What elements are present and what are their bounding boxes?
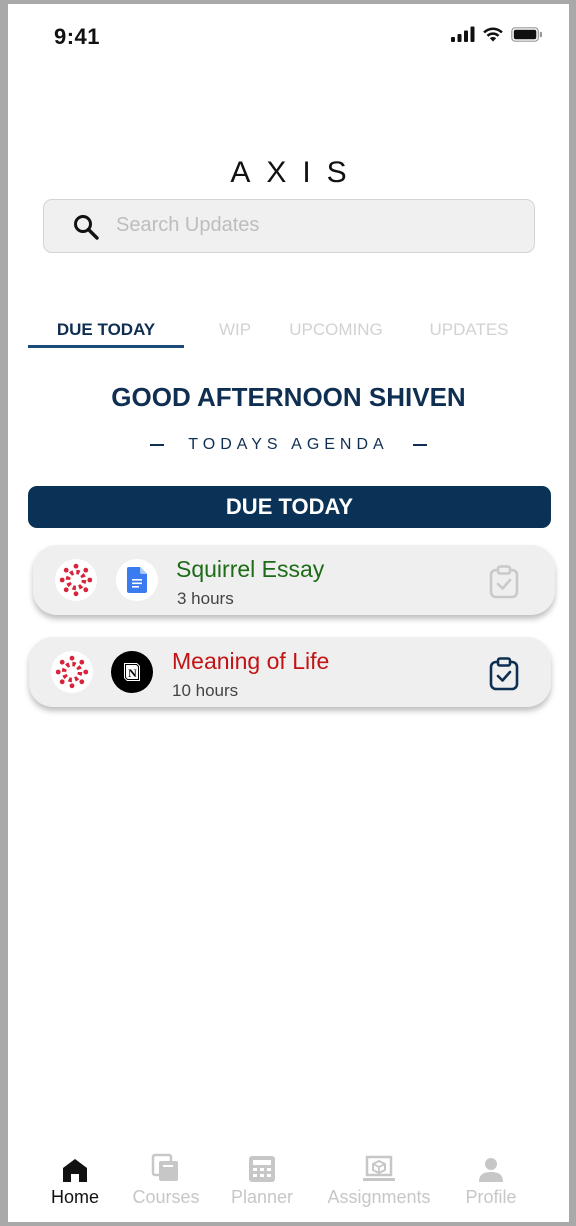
task-time: 3 hours — [177, 589, 234, 608]
nav-profile[interactable]: Profile — [460, 1149, 522, 1208]
signal-icon — [451, 26, 475, 42]
nav-label: Courses — [132, 1187, 200, 1207]
canvas-icon — [55, 559, 97, 601]
task-time: 10 hours — [172, 681, 239, 700]
tab-upcoming[interactable]: UPCOMING — [282, 320, 390, 348]
phone-screen: 9:41 AXIS Search Updates DUE TODAY WIP U… — [8, 4, 569, 1222]
app-title: AXIS — [230, 156, 363, 189]
battery-icon — [511, 26, 542, 42]
status-icons — [451, 26, 543, 42]
divider-left — [150, 444, 165, 446]
agenda-label: TODAYS AGENDA — [188, 436, 389, 453]
person-icon — [479, 1158, 503, 1182]
assignments-icon — [363, 1155, 395, 1181]
tab-updates[interactable]: UPDATES — [424, 320, 514, 348]
nav-planner[interactable]: Planner — [224, 1149, 300, 1208]
search-bar[interactable] — [43, 199, 535, 253]
nav-label: Home — [50, 1187, 99, 1207]
task-card[interactable]: N Meaning of Life 10 hours — [29, 637, 551, 707]
tab-wip[interactable]: WIP — [210, 320, 260, 348]
canvas-icon — [51, 651, 93, 693]
courses-icon — [151, 1153, 178, 1181]
task-title: Meaning of Life — [172, 648, 330, 674]
svg-text:N: N — [128, 666, 137, 680]
google-docs-icon — [116, 559, 158, 601]
divider-right — [412, 444, 427, 446]
status-bar: 9:41 — [8, 4, 569, 64]
task-card[interactable]: Squirrel Essay 3 hours — [33, 545, 555, 615]
calculator-icon — [249, 1156, 275, 1182]
notion-icon: N — [111, 651, 153, 693]
home-icon — [63, 1159, 87, 1182]
search-input[interactable] — [116, 200, 516, 251]
greeting-heading: GOOD AFTERNOON SHIVEN — [111, 382, 466, 412]
nav-label: Profile — [465, 1187, 517, 1207]
due-today-banner: DUE TODAY — [28, 486, 551, 528]
status-time: 9:41 — [54, 24, 101, 49]
search-icon[interactable] — [72, 213, 100, 241]
nav-assignments[interactable]: Assignments — [317, 1149, 441, 1208]
agenda-subtitle: TODAYS AGENDA — [8, 436, 569, 454]
nav-courses[interactable]: Courses — [126, 1149, 206, 1208]
tab-bar: DUE TODAY WIP UPCOMING UPDATES — [28, 320, 548, 348]
nav-label: Assignments — [327, 1187, 431, 1207]
clipboard-check-icon[interactable] — [489, 657, 519, 691]
tab-due-today[interactable]: DUE TODAY — [28, 320, 184, 348]
task-title: Squirrel Essay — [176, 556, 325, 582]
nav-label: Planner — [230, 1187, 294, 1207]
bottom-nav: Home Courses Planner Assignments Profile — [8, 1149, 569, 1219]
nav-home[interactable]: Home — [46, 1149, 104, 1208]
clipboard-check-icon[interactable] — [489, 565, 519, 599]
wifi-icon — [483, 27, 503, 42]
